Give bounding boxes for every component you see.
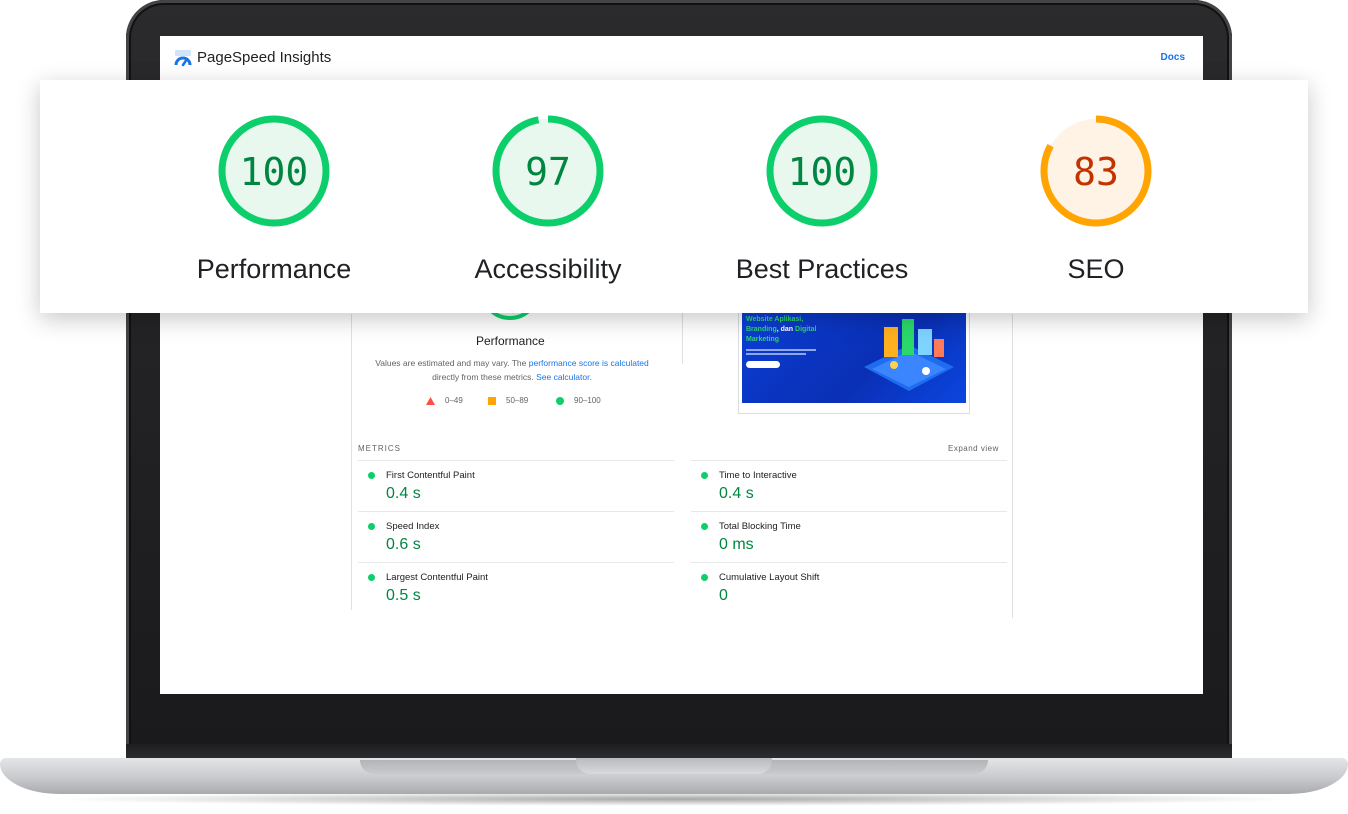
seo-score: 83 [1073,150,1119,194]
screenshot-button [746,361,780,368]
metric-first-contentful-paint: First Contentful Paint 0.4 s [358,460,674,511]
headline-word: Digital [795,326,817,333]
see-calculator-link[interactable]: See calculator. [536,372,592,382]
description-text: directly from these metrics. [432,372,537,382]
metric-speed-index: Speed Index 0.6 s [358,511,674,562]
legend-range: 90–100 [574,396,601,405]
legend-range: 0–49 [445,396,463,405]
metric-time-to-interactive: Time to Interactive 0.4 s [691,460,1007,511]
circle-icon [556,396,564,405]
metric-largest-contentful-paint: Largest Contentful Paint 0.5 s [358,562,674,613]
metric-name: First Contentful Paint [386,470,475,481]
seo-label: SEO [1067,254,1125,284]
pass-circle-icon [368,472,375,479]
app-title: PageSpeed Insights [197,49,332,66]
pass-circle-icon [368,574,375,581]
top-bar: PageSpeed Insights Docs [160,36,1203,80]
legend-range: 50–89 [506,396,529,405]
legend-average: 50–89 [488,396,528,405]
headline-word: , dan [776,326,796,333]
screenshot-image: Website Aplikasi, Branding, dan Digital … [742,301,966,403]
pass-circle-icon [701,472,708,479]
square-icon [488,396,496,405]
laptop-shadow [40,792,1308,806]
metric-value: 0.4 s [719,485,754,502]
legend-fail: 0–49 [426,396,463,405]
pass-circle-icon [701,523,708,530]
performance-description: Values are estimated and may vary. The p… [372,356,652,384]
performance-section-label: Performance [476,334,545,348]
legend-pass: 90–100 [556,396,601,405]
summary-divider [682,306,683,364]
metric-value: 0.5 s [386,587,421,604]
performance-score-link[interactable]: performance score is calculated [529,358,649,368]
metric-name: Speed Index [386,521,440,532]
headline-word: Branding [746,326,777,333]
best-practices-score: 100 [787,150,857,194]
triangle-icon [426,396,435,405]
accessibility-score: 97 [525,150,571,194]
expand-view-button[interactable]: Expand view [948,444,999,453]
pass-circle-icon [701,574,708,581]
description-text: Values are estimated and may vary. The [375,358,529,368]
laptop-opening-notch [576,758,772,774]
metric-value: 0.4 s [386,485,421,502]
headline-line: Marketing [746,336,780,343]
docs-link[interactable]: Docs [1161,52,1185,63]
page-screenshot-thumbnail: Website Aplikasi, Branding, dan Digital … [738,300,970,414]
best-practices-label: Best Practices [735,254,909,284]
headline-line: Website Aplikasi, [746,316,804,323]
isometric-illustration [864,319,954,391]
score-summary-card: 100 Performance 97 Accessibility 100 Bes… [40,80,1308,313]
screenshot-headline: Website Aplikasi, Branding, dan Digital … [746,315,836,345]
metric-name: Cumulative Layout Shift [719,572,820,583]
metrics-heading: METRICS [358,444,401,453]
pass-circle-icon [368,523,375,530]
metric-value: 0 [719,587,728,604]
performance-label: Performance [196,254,352,284]
report-divider-left [351,314,352,610]
metric-total-blocking-time: Total Blocking Time 0 ms [691,511,1007,562]
pagespeed-logo-icon [174,50,192,67]
metric-name: Largest Contentful Paint [386,572,488,583]
metric-cumulative-layout-shift: Cumulative Layout Shift 0 [691,562,1007,613]
performance-score: 100 [239,150,309,194]
metric-value: 0 ms [719,536,754,553]
metric-name: Total Blocking Time [719,521,801,532]
metric-name: Time to Interactive [719,470,797,481]
metric-value: 0.6 s [386,536,421,553]
report-divider-right [1012,314,1013,618]
accessibility-label: Accessibility [474,254,622,284]
